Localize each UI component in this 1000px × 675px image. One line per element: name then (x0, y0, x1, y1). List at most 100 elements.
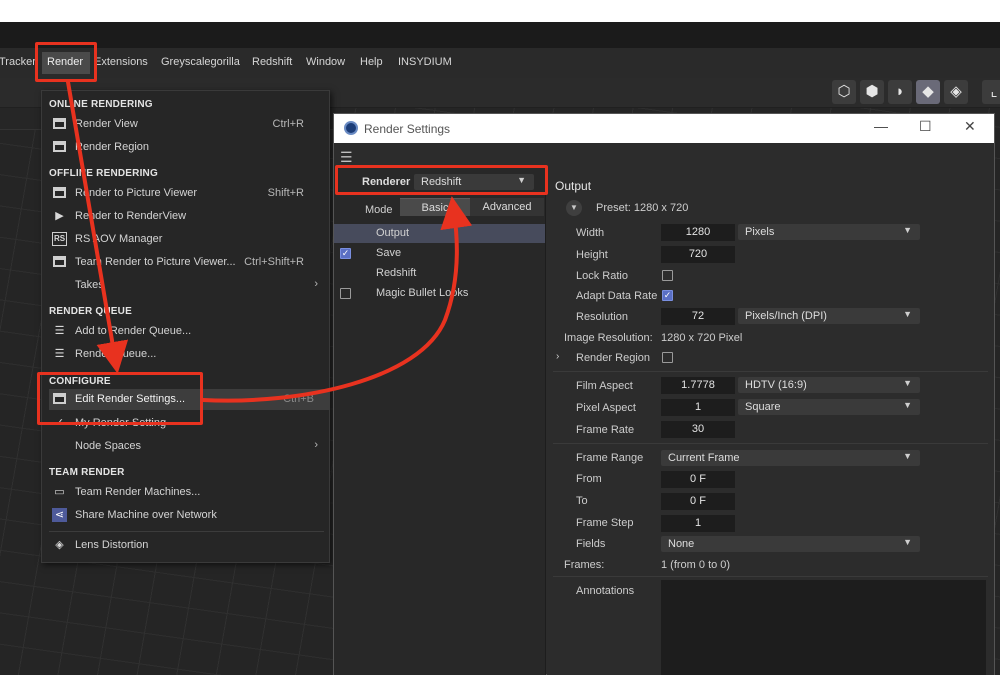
menu-item-render-view[interactable]: Render View Ctrl+R (49, 114, 324, 135)
width-unit-select[interactable]: Pixels ▼ (738, 224, 920, 240)
expand-chevron-icon[interactable]: › (556, 351, 559, 362)
separator (553, 576, 988, 577)
clapper-icon (52, 255, 67, 269)
annotations-label: Annotations (576, 585, 635, 597)
lens-distortion-icon: ◈ (55, 539, 64, 551)
menu-item-render-region[interactable]: Render Region (49, 137, 324, 158)
monitor-icon: ▭ (54, 486, 65, 498)
menu-item-team-render-to-picture-viewer[interactable]: Team Render to Picture Viewer... Ctrl+Sh… (49, 252, 324, 273)
width-field[interactable]: 1280 (661, 224, 735, 241)
section-render-queue: RENDER QUEUE (49, 306, 132, 317)
maximize-icon[interactable]: ☐ (919, 118, 932, 135)
menu-item-add-to-render-queue[interactable]: ☰ Add to Render Queue... (49, 321, 324, 342)
width-label: Width (576, 227, 605, 239)
adapt-data-rate-label: Adapt Data Rate (576, 290, 658, 302)
height-label: Height (576, 249, 608, 261)
highlight-renderer-select (335, 165, 548, 195)
annotations-textarea[interactable] (661, 580, 986, 675)
menu-item-team-render-machines[interactable]: ▭ Team Render Machines... (49, 482, 324, 503)
view-mode-icon-3[interactable]: ◗ (888, 80, 912, 104)
close-icon[interactable]: ✕ (964, 118, 976, 135)
view-mode-icon-4[interactable]: ◆ (916, 80, 940, 104)
chevron-down-icon: ▼ (903, 378, 912, 388)
section-offline-rendering: OFFLINE RENDERING (49, 168, 158, 179)
menu-bar: Tracker Render Extensions Greyscalegoril… (0, 48, 1000, 78)
minimize-icon[interactable]: — (874, 118, 888, 134)
menu-greyscalegorilla[interactable]: Greyscalegorilla (161, 56, 240, 68)
adapt-data-rate-checkbox[interactable]: ✓ (662, 290, 673, 301)
film-aspect-select[interactable]: HDTV (16:9) ▼ (738, 377, 920, 393)
frames-label: Frames: (564, 559, 605, 571)
menu-item-rs-aov-manager[interactable]: RS RS AOV Manager (49, 229, 324, 250)
chevron-down-icon: ▼ (903, 451, 912, 461)
menu-extensions[interactable]: Extensions (94, 56, 148, 68)
section-online-rendering: ONLINE RENDERING (49, 99, 153, 110)
layout-icon[interactable]: ⌞ (982, 80, 1000, 104)
separator (553, 371, 988, 372)
separator (553, 443, 988, 444)
menu-item-node-spaces[interactable]: Node Spaces › (49, 436, 324, 457)
fields-label: Fields (576, 538, 606, 550)
render-settings-window: Render Settings — ☐ ✕ ☰ Renderer Redshif… (333, 113, 995, 675)
chevron-down-icon: ▼ (903, 537, 912, 547)
menu-redshift[interactable]: Redshift (252, 56, 292, 68)
menu-insydium[interactable]: INSYDIUM (398, 56, 452, 68)
image-resolution-label: Image Resolution: (564, 332, 653, 344)
lock-ratio-checkbox[interactable] (662, 270, 673, 281)
film-aspect-field[interactable]: 1.7778 (661, 377, 735, 394)
menu-item-takes[interactable]: Takes › (49, 275, 324, 296)
from-field[interactable]: 0 F (661, 471, 735, 488)
pixel-aspect-label: Pixel Aspect (576, 402, 636, 414)
pixel-aspect-field[interactable]: 1 (661, 399, 735, 416)
magic-bullet-checkbox[interactable] (340, 288, 351, 299)
render-settings-titlebar: Render Settings — ☐ ✕ (334, 114, 994, 143)
menu-item-lens-distortion[interactable]: ◈ Lens Distortion (49, 535, 324, 556)
image-resolution-value: 1280 x 720 Pixel (661, 332, 743, 344)
menu-window[interactable]: Window (306, 56, 345, 68)
to-field[interactable]: 0 F (661, 493, 735, 510)
mode-basic-tab[interactable]: Basic (400, 198, 470, 216)
frame-rate-field[interactable]: 30 (661, 421, 735, 438)
view-mode-icon-1[interactable]: ⬡ (832, 80, 856, 104)
category-magic-bullet-looks[interactable]: Magic Bullet Looks (334, 284, 545, 303)
from-label: From (576, 473, 602, 485)
queue-icon: ☰ (54, 348, 65, 360)
mode-label: Mode (365, 204, 393, 216)
frame-step-field[interactable]: 1 (661, 515, 735, 532)
highlight-render-menu (35, 42, 97, 82)
menu-help[interactable]: Help (360, 56, 383, 68)
category-save[interactable]: ✓ Save (334, 244, 545, 263)
cinema4d-logo-icon (344, 121, 358, 135)
category-redshift[interactable]: Redshift (334, 264, 545, 283)
mode-advanced-tab[interactable]: Advanced (470, 198, 544, 216)
category-output[interactable]: Output (334, 224, 545, 243)
menu-item-share-machine[interactable]: ⋖ Share Machine over Network (49, 505, 324, 526)
hamburger-menu-icon[interactable]: ☰ (340, 149, 353, 166)
chevron-down-icon: ▼ (903, 309, 912, 319)
view-mode-icon-2[interactable]: ⬢ (860, 80, 884, 104)
chevron-down-icon: ▼ (903, 225, 912, 235)
frame-range-select[interactable]: Current Frame ▼ (661, 450, 920, 466)
resolution-unit-select[interactable]: Pixels/Inch (DPI) ▼ (738, 308, 920, 324)
menu-item-render-to-renderview[interactable]: ▶ Render to RenderView (49, 206, 324, 227)
preset-dropdown-icon[interactable]: ▼ (566, 200, 582, 216)
top-white-bar (0, 0, 1000, 22)
menu-item-render-to-picture-viewer[interactable]: Render to Picture Viewer Shift+R (49, 183, 324, 204)
highlight-edit-render-settings (37, 372, 203, 425)
render-region-checkbox[interactable] (662, 352, 673, 363)
window-title: Render Settings (364, 122, 451, 136)
height-field[interactable]: 720 (661, 246, 735, 263)
menu-tracker[interactable]: Tracker (0, 56, 36, 68)
output-title: Output (555, 179, 592, 193)
fields-select[interactable]: None ▼ (661, 536, 920, 552)
render-region-icon (52, 140, 67, 154)
menu-divider (49, 531, 324, 532)
resolution-field[interactable]: 72 (661, 308, 735, 325)
share-icon: ⋖ (52, 508, 67, 522)
menu-item-render-queue[interactable]: ☰ Render Queue... (49, 344, 324, 365)
save-checkbox[interactable]: ✓ (340, 248, 351, 259)
view-mode-icon-5[interactable]: ◈ (944, 80, 968, 104)
rs-icon: RS (52, 232, 67, 246)
frame-rate-label: Frame Rate (576, 424, 635, 436)
pixel-aspect-select[interactable]: Square ▼ (738, 399, 920, 415)
